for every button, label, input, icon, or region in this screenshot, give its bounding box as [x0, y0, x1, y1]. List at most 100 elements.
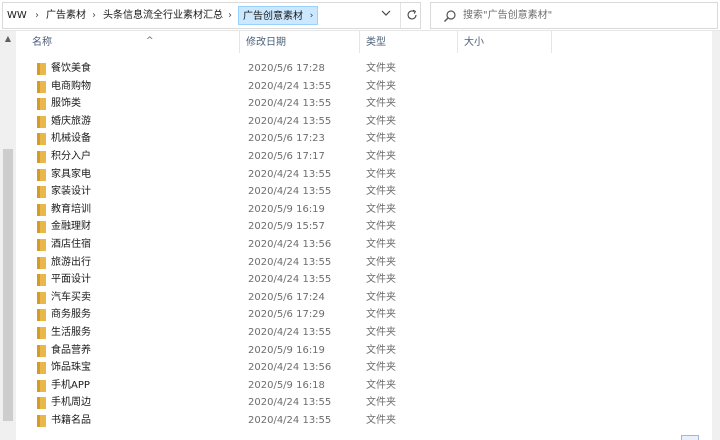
file-date: 2020/4/24 13:55: [248, 98, 332, 110]
file-row[interactable]: 教育培训 2020/5/9 16:19 文件夹: [16, 201, 712, 219]
file-name: 手机APP: [51, 379, 90, 391]
file-type: 文件夹: [366, 362, 396, 374]
file-type: 文件夹: [366, 203, 396, 215]
breadcrumb-current[interactable]: 广告创意素材: [238, 6, 308, 25]
file-name: 教育培训: [51, 203, 91, 215]
search-box[interactable]: [430, 2, 718, 29]
file-type: 文件夹: [366, 186, 396, 198]
left-scrollbar[interactable]: ▲: [0, 31, 16, 440]
file-date: 2020/4/24 13:56: [248, 362, 332, 374]
file-type: 文件夹: [366, 98, 396, 110]
file-name: 积分入户: [51, 150, 91, 162]
file-date: 2020/5/6 17:28: [248, 63, 325, 74]
search-input[interactable]: [463, 6, 711, 25]
file-row[interactable]: 平面设计 2020/4/24 13:55 文件夹: [16, 271, 712, 289]
file-row[interactable]: 家具家电 2020/4/24 13:55 文件夹: [16, 166, 712, 184]
file-type: 文件夹: [366, 291, 396, 303]
file-name: 酒店住宿: [51, 238, 91, 250]
breadcrumb-ww[interactable]: WW: [7, 3, 27, 28]
file-row[interactable]: 家装设计 2020/4/24 13:55 文件夹: [16, 183, 712, 201]
file-name: 机械设备: [51, 133, 91, 145]
file-type: 文件夹: [366, 344, 396, 356]
file-name: 电商购物: [51, 80, 91, 92]
breadcrumb-separator[interactable]: ›: [228, 3, 232, 28]
file-name: 平面设计: [51, 274, 91, 286]
file-type: 文件夹: [366, 80, 396, 92]
file-date: 2020/5/6 17:24: [248, 291, 325, 303]
file-type: 文件夹: [366, 168, 396, 180]
file-date: 2020/4/24 13:55: [248, 80, 332, 92]
folder-icon: [37, 168, 47, 181]
folder-icon: [37, 362, 47, 375]
file-row[interactable]: 商务服务 2020/5/6 17:29 文件夹: [16, 306, 712, 324]
file-row[interactable]: 生活服务 2020/4/24 13:55 文件夹: [16, 324, 712, 342]
file-type: 文件夹: [366, 274, 396, 286]
file-row[interactable]: 餐饮美食 2020/5/6 17:28 文件夹: [16, 60, 712, 78]
column-header-size[interactable]: 大小: [458, 31, 552, 53]
file-date: 2020/4/24 13:55: [248, 326, 332, 338]
file-row[interactable]: 饰品珠宝 2020/4/24 13:56 文件夹: [16, 359, 712, 377]
file-date: 2020/5/9 16:19: [248, 344, 325, 356]
folder-icon: [37, 379, 47, 392]
breadcrumb-toutiao[interactable]: 头条信息流全行业素材汇总: [103, 3, 223, 28]
file-name: 旅游出行: [51, 256, 91, 268]
file-row[interactable]: 旅游出行 2020/4/24 13:55 文件夹: [16, 254, 712, 272]
folder-icon: [37, 133, 47, 146]
scroll-up-icon[interactable]: ▲: [0, 31, 16, 47]
file-name: 家装设计: [51, 186, 91, 198]
file-type: 文件夹: [366, 221, 396, 233]
file-type: 文件夹: [366, 326, 396, 338]
refresh-icon[interactable]: [400, 3, 422, 28]
file-row[interactable]: 手机周边 2020/4/24 13:55 文件夹: [16, 394, 712, 412]
column-name-label: 名称: [32, 37, 52, 48]
file-row[interactable]: 服饰类 2020/4/24 13:55 文件夹: [16, 95, 712, 113]
file-name: 家具家电: [51, 168, 91, 180]
file-type: 文件夹: [366, 397, 396, 409]
breadcrumb-guanggao-sucai[interactable]: 广告素材: [46, 3, 86, 28]
file-date: 2020/4/24 13:55: [248, 115, 332, 127]
folder-icon: [37, 238, 47, 251]
breadcrumb-current-arrow[interactable]: ›: [306, 6, 318, 25]
folder-icon: [37, 397, 47, 410]
column-header-name[interactable]: 名称 ^: [16, 31, 240, 53]
file-date: 2020/5/6 17:23: [248, 133, 325, 145]
column-size-label: 大小: [464, 37, 484, 48]
file-row[interactable]: 酒店住宿 2020/4/24 13:56 文件夹: [16, 236, 712, 254]
file-name: 汽车买卖: [51, 291, 91, 303]
file-row[interactable]: 汽车买卖 2020/5/6 17:24 文件夹: [16, 289, 712, 307]
file-row[interactable]: 机械设备 2020/5/6 17:23 文件夹: [16, 130, 712, 148]
file-name: 食品营养: [51, 344, 91, 356]
file-row[interactable]: 金融理财 2020/5/9 15:57 文件夹: [16, 218, 712, 236]
right-scrollbar[interactable]: [712, 31, 720, 440]
folder-icon: [37, 80, 47, 93]
folder-icon: [37, 186, 47, 199]
file-name: 商务服务: [51, 309, 91, 321]
file-list: ▲ 名称 ^ 修改日期 类型 大小 餐饮美食 2020/5/6 17:28 文件夹电…: [0, 31, 720, 440]
file-date: 2020/4/24 13:56: [248, 238, 332, 250]
folder-icon: [37, 326, 47, 339]
address-bar[interactable]: WW › 广告素材 › 头条信息流全行业素材汇总 › 广告创意素材 ›: [2, 2, 421, 29]
folder-icon: [37, 63, 47, 75]
address-row: WW › 广告素材 › 头条信息流全行业素材汇总 › 广告创意素材 ›: [0, 0, 720, 31]
file-date: 2020/5/6 17:17: [248, 150, 325, 162]
column-header-date[interactable]: 修改日期: [240, 31, 360, 53]
file-type: 文件夹: [366, 238, 396, 250]
file-row[interactable]: 电商购物 2020/4/24 13:55 文件夹: [16, 78, 712, 96]
file-row[interactable]: 婚庆旅游 2020/4/24 13:55 文件夹: [16, 113, 712, 131]
column-type-label: 类型: [366, 37, 386, 48]
breadcrumb-separator[interactable]: ›: [35, 3, 39, 28]
file-row[interactable]: 书籍名品 2020/4/24 13:55 文件夹: [16, 412, 712, 430]
file-name: 生活服务: [51, 326, 91, 338]
chevron-down-icon[interactable]: [376, 3, 396, 28]
file-type: 文件夹: [366, 133, 396, 145]
file-row[interactable]: 积分入户 2020/5/6 17:17 文件夹: [16, 148, 712, 166]
folder-icon: [37, 150, 47, 163]
breadcrumb-separator[interactable]: ›: [92, 3, 96, 28]
file-row[interactable]: 食品营养 2020/5/9 16:19 文件夹: [16, 342, 712, 360]
scrollbar-thumb[interactable]: [3, 149, 13, 421]
resize-grip[interactable]: [681, 435, 699, 440]
file-type: 文件夹: [366, 150, 396, 162]
column-header-type[interactable]: 类型: [360, 31, 458, 53]
file-row[interactable]: 手机APP 2020/5/9 16:18 文件夹: [16, 377, 712, 395]
file-type: 文件夹: [366, 414, 396, 426]
